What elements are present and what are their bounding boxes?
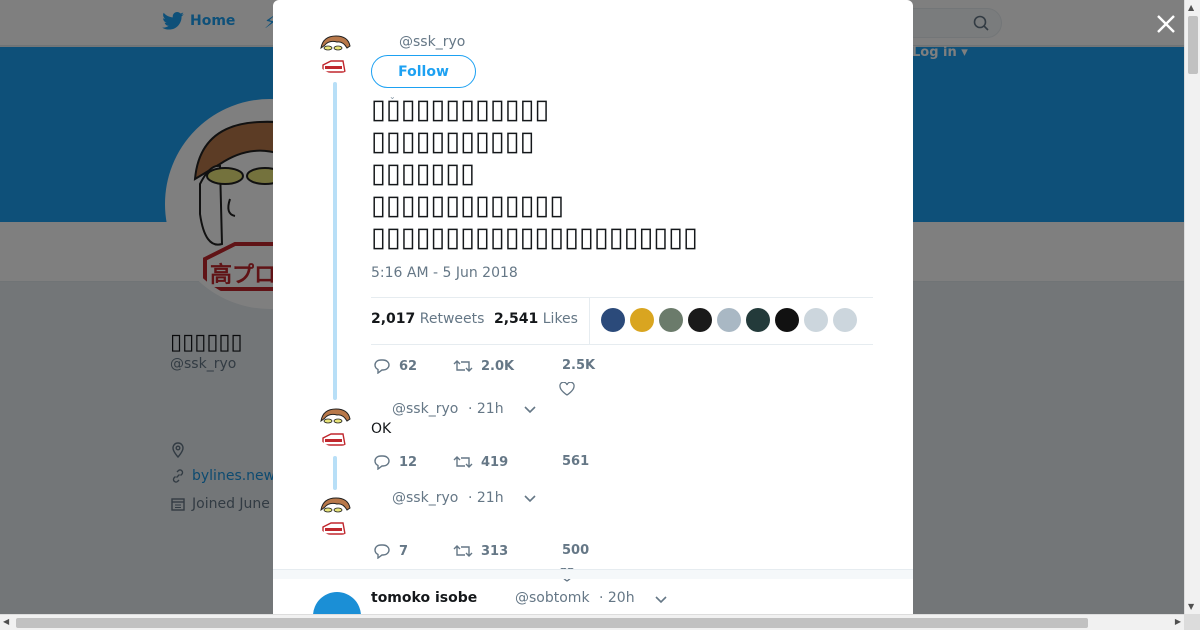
tweet-permalink-modal: @ssk_ryo Follow ⌄ ▯▯▯▯▯▯▯▯▯▯▯▯ ▯▯▯▯▯▯▯▯▯… [273, 0, 913, 614]
likes-label: Likes [542, 311, 578, 327]
reply-author-handle[interactable]: @ssk_ryo [392, 490, 458, 506]
liker-avatar[interactable] [630, 308, 654, 332]
reply-button[interactable]: 7 [373, 543, 408, 559]
horizontal-scrollbar[interactable]: ◀ ▶ [0, 614, 1184, 630]
reply-count: 7 [399, 543, 409, 559]
scrollbar-thumb[interactable] [16, 618, 1088, 628]
tweet-author-handle[interactable]: @ssk_ryo [399, 34, 465, 50]
avatar[interactable] [315, 405, 357, 447]
reply-count: 12 [399, 454, 418, 470]
liker-avatars [601, 308, 857, 332]
tweet-text: ▯▯▯▯▯▯▯▯▯▯▯▯ ▯▯▯▯▯▯▯▯▯▯▯ ▯▯▯▯▯▯▯ ▯▯▯▯▯▯▯… [371, 94, 698, 253]
liker-avatar[interactable] [601, 308, 625, 332]
retweets-count: 2,017 [371, 311, 416, 327]
scroll-up-arrow-icon[interactable]: ▲ [1188, 3, 1194, 12]
like-count: 500 [562, 543, 590, 558]
retweet-count: 419 [481, 454, 509, 470]
reply-author-handle[interactable]: @ssk_ryo [392, 401, 458, 417]
next-tweet-author-handle[interactable]: @sobtomk [515, 590, 590, 606]
like-button[interactable]: 2.5K [562, 358, 595, 373]
reply-count: 62 [399, 358, 418, 374]
like-button[interactable]: 500 [562, 543, 589, 558]
retweet-count: 313 [481, 543, 509, 559]
scroll-left-arrow-icon[interactable]: ◀ [3, 617, 9, 626]
retweet-button[interactable]: 313 [453, 543, 508, 559]
next-tweet-time[interactable]: · 20h [599, 590, 635, 606]
thread-line [333, 456, 337, 490]
liker-avatar[interactable] [746, 308, 770, 332]
like-button[interactable]: 561 [562, 454, 589, 469]
reply-text: OK [371, 421, 392, 437]
reply-icon [374, 544, 390, 559]
liker-avatar[interactable] [775, 308, 799, 332]
like-count: 561 [562, 454, 590, 469]
reply-icon [374, 359, 390, 374]
reply-button[interactable]: 12 [373, 454, 417, 470]
thread-line [333, 82, 337, 400]
tweet-timestamp[interactable]: 5:16 AM - 5 Jun 2018 [371, 265, 518, 281]
scrollbar-corner [1184, 614, 1200, 630]
vertical-scrollbar[interactable]: ▲ ▼ [1184, 0, 1200, 614]
avatar[interactable] [315, 494, 357, 536]
next-tweet-author-name[interactable]: tomoko isobe [371, 590, 477, 606]
likes-count: 2,541 [494, 311, 539, 327]
like-count: 2.5K [562, 358, 596, 373]
heart-icon[interactable] [559, 382, 575, 396]
liker-avatar[interactable] [717, 308, 741, 332]
retweet-icon [453, 360, 473, 372]
close-icon[interactable] [1154, 12, 1178, 36]
scrollbar-thumb[interactable] [1188, 16, 1198, 74]
avatar[interactable] [315, 32, 357, 74]
liker-avatar[interactable] [804, 308, 828, 332]
liker-avatar[interactable] [659, 308, 683, 332]
retweets-label: Retweets [419, 311, 485, 327]
reply-button[interactable]: 62 [373, 358, 417, 374]
retweet-button[interactable]: 2.0K [453, 358, 514, 374]
stats-divider [589, 298, 590, 345]
reply-time[interactable]: · 21h [468, 490, 504, 506]
follow-button[interactable]: Follow [371, 55, 476, 88]
liker-avatar[interactable] [688, 308, 712, 332]
scroll-right-arrow-icon[interactable]: ▶ [1175, 617, 1181, 626]
likes-stat[interactable]: 2,541 Likes [494, 311, 578, 327]
chevron-down-icon[interactable] [524, 495, 536, 503]
reply-time[interactable]: · 21h [468, 401, 504, 417]
retweet-count: 2.0K [481, 358, 515, 374]
reply-icon [374, 455, 390, 470]
tweet-stats: 2,017 Retweets 2,541 Likes [371, 297, 873, 345]
retweet-icon [453, 456, 473, 468]
chevron-down-icon[interactable] [655, 596, 667, 604]
liker-avatar[interactable] [833, 308, 857, 332]
scroll-down-arrow-icon[interactable]: ▼ [1188, 602, 1194, 611]
avatar[interactable] [313, 592, 361, 614]
conversation-separator [273, 569, 913, 579]
retweets-stat[interactable]: 2,017 Retweets [371, 311, 484, 327]
chevron-down-icon[interactable] [524, 406, 536, 414]
retweet-icon [453, 545, 473, 557]
retweet-button[interactable]: 419 [453, 454, 508, 470]
